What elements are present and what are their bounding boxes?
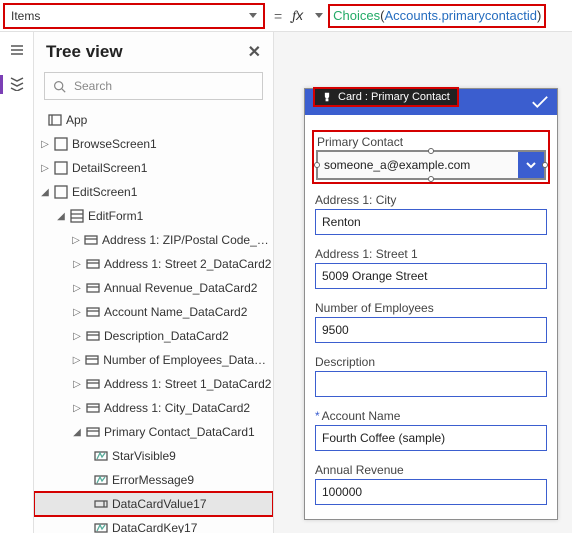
property-name: Items [11,9,40,23]
tree-node-detail[interactable]: DetailScreen1 [34,156,273,180]
card-icon [84,233,98,247]
tree-node-card[interactable]: Address 1: City_DataCard2 [34,396,273,420]
expand-icon[interactable] [40,139,50,150]
card-icon [86,281,100,295]
tree-node-card-pc[interactable]: Primary Contact_DataCard1 [34,420,273,444]
hamburger-icon[interactable] [9,42,25,61]
tree-node-app[interactable]: App [34,108,273,132]
input-city[interactable]: Renton [315,209,547,235]
canvas: Card : Primary Contact Primary Contact s… [274,32,572,533]
close-icon[interactable]: ✕ [248,42,261,62]
tree-node-card[interactable]: Number of Employees_DataCard2 [34,348,273,372]
card-icon [85,353,99,367]
screen-icon [54,137,68,151]
combobox-primary-contact[interactable]: someone_a@example.com [317,151,545,179]
selection-breadcrumb[interactable]: Card : Primary Contact [314,88,458,106]
tree-node-edit[interactable]: EditScreen1 [34,180,273,204]
collapse-icon[interactable] [40,187,50,198]
combobox-value: someone_a@example.com [318,158,518,172]
tree-node-card[interactable]: Address 1: Street 2_DataCard2 [34,252,273,276]
card-icon [86,377,100,391]
input-employees[interactable]: 9500 [315,317,547,343]
check-icon[interactable] [531,95,549,109]
tree-node-datacardkey[interactable]: DataCardKey17 [34,516,273,533]
property-dropdown[interactable]: Items [4,4,264,28]
app-icon [48,113,62,127]
search-input[interactable]: Search [44,72,263,100]
collapse-icon[interactable] [56,211,66,222]
tree-node-star[interactable]: StarVisible9 [34,444,273,468]
combobox-icon [94,497,108,511]
field-revenue: Annual Revenue 100000 [315,463,547,505]
tree: App BrowseScreen1 DetailScreen1 EditScre… [34,108,273,533]
label-icon [94,521,108,533]
tree-icon[interactable] [0,75,25,94]
field-description: Description [315,355,547,397]
field-label: Primary Contact [317,135,545,149]
label-icon [94,473,108,487]
screen-icon [54,185,68,199]
field-street1: Address 1: Street 1 5009 Orange Street [315,247,547,289]
input-revenue[interactable]: 100000 [315,479,547,505]
tree-node-card[interactable]: Address 1: Street 1_DataCard2 [34,372,273,396]
search-placeholder: Search [74,79,112,93]
card-icon [86,401,100,415]
card-icon [86,425,100,439]
screen-icon [54,161,68,175]
input-street1[interactable]: 5009 Orange Street [315,263,547,289]
field-employees: Number of Employees 9500 [315,301,547,343]
panel-title: Tree view [46,42,123,62]
tree-node-browse[interactable]: BrowseScreen1 [34,132,273,156]
tree-node-card[interactable]: Address 1: ZIP/Postal Code_DataCard2 [34,228,273,252]
tree-node-card[interactable]: Annual Revenue_DataCard2 [34,276,273,300]
formula-bar: Items = fx Choices(Accounts.primaryconta… [0,0,572,32]
equals-sign: = [270,8,286,24]
tree-node-form[interactable]: EditForm1 [34,204,273,228]
label-icon [94,449,108,463]
chevron-down-icon[interactable] [518,152,544,178]
card-icon [86,305,100,319]
form-icon [70,209,84,223]
left-rail [0,32,34,533]
required-star-icon: * [315,409,320,423]
field-city: Address 1: City Renton [315,193,547,235]
fx-icon[interactable]: fx [292,7,303,24]
edit-form-card: Primary Contact someone_a@example.com Ad… [304,88,558,520]
tree-node-card[interactable]: Description_DataCard2 [34,324,273,348]
tree-node-datacardvalue[interactable]: DataCardValue17 [34,492,273,516]
chevron-down-icon [249,13,257,18]
field-account-name: *Account Name Fourth Coffee (sample) [315,409,547,451]
formula-text[interactable]: Choices(Accounts.primarycontactid) [329,5,545,27]
tree-view-panel: Tree view ✕ Search App BrowseScreen1 De [34,32,274,533]
expand-icon[interactable] [40,163,50,174]
card-icon [86,257,100,271]
tree-node-card[interactable]: Account Name_DataCard2 [34,300,273,324]
input-account-name[interactable]: Fourth Coffee (sample) [315,425,547,451]
chevron-down-icon[interactable] [315,13,323,18]
card-icon [86,329,100,343]
field-primary-contact: Primary Contact someone_a@example.com [315,133,547,181]
input-description[interactable] [315,371,547,397]
tree-node-error[interactable]: ErrorMessage9 [34,468,273,492]
